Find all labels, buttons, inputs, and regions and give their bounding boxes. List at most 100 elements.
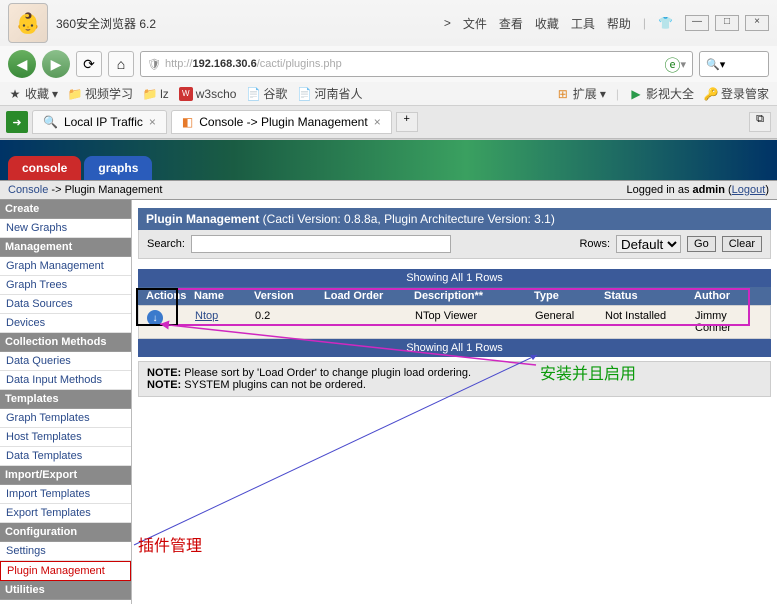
close-icon[interactable]: × (149, 115, 156, 129)
nav-data-sources[interactable]: Data Sources (0, 295, 131, 314)
engine-drop[interactable]: ▾ (680, 58, 686, 71)
bm-w3[interactable]: Ww3scho (179, 87, 237, 101)
search-input[interactable] (191, 235, 451, 253)
ext-icon: ⊞ (556, 87, 570, 101)
url-path: /cacti/plugins.php (257, 58, 342, 70)
nav-settings[interactable]: Settings (0, 542, 131, 561)
close-icon[interactable]: × (374, 115, 381, 129)
win-min[interactable]: — (685, 15, 709, 31)
rows-select[interactable]: Default (616, 235, 681, 253)
magnify-icon: 🔍 (43, 115, 58, 129)
tab-console-plugin[interactable]: ◧ Console -> Plugin Management × (171, 110, 392, 134)
home-button[interactable]: ⌂ (108, 51, 134, 77)
menu-fav[interactable]: 收藏 (535, 15, 559, 32)
new-tab-button[interactable]: + (396, 112, 418, 132)
back-button[interactable]: ◀ (8, 50, 36, 78)
cell-author: Jimmy Conner (691, 310, 766, 334)
logout-link[interactable]: Logout (732, 184, 766, 196)
menu-sep: > (444, 16, 451, 30)
note-label: NOTE: (147, 379, 181, 391)
win-max[interactable]: □ (715, 15, 739, 31)
breadcrumb-sep: -> (48, 184, 64, 196)
nav-graph-mgmt[interactable]: Graph Management (0, 257, 131, 276)
menu-help[interactable]: 帮助 (607, 15, 631, 32)
nav-new-graphs[interactable]: New Graphs (0, 219, 131, 238)
nav-export-tpl[interactable]: Export Templates (0, 504, 131, 523)
bm-lz[interactable]: 📁lz (143, 87, 169, 101)
panel-title-rest: (Cacti Version: 0.8.8a, Plugin Architect… (259, 212, 555, 226)
bm-google[interactable]: 📄谷歌 (246, 85, 287, 102)
reload-button[interactable]: ⟳ (76, 51, 102, 77)
ext-button[interactable]: ⊞扩展 ▾ (556, 85, 606, 102)
nav-data-tpl[interactable]: Data Templates (0, 447, 131, 466)
nav-import-tpl[interactable]: Import Templates (0, 485, 131, 504)
table-header: Actions Name Version Load Order Descript… (138, 287, 771, 305)
clear-button[interactable]: Clear (722, 236, 762, 252)
forward-button[interactable]: ▶ (42, 50, 70, 78)
nav-head-util: Utilities (0, 581, 131, 600)
install-icon[interactable]: ↓ (147, 310, 163, 326)
breadcrumb-page: Plugin Management (65, 184, 163, 196)
th-version[interactable]: Version (250, 290, 320, 302)
rows-bar-bottom: Showing All 1 Rows (138, 339, 771, 357)
tab-pre-arrow[interactable]: ➜ (6, 111, 28, 133)
nav-data-input[interactable]: Data Input Methods (0, 371, 131, 390)
tab-console[interactable]: console (8, 156, 81, 180)
th-actions[interactable]: Actions (142, 290, 190, 302)
left-nav: Create New Graphs Management Graph Manag… (0, 200, 132, 604)
rows-label: Rows: (579, 238, 610, 250)
breadcrumb-console[interactable]: Console (8, 184, 48, 196)
menu-file[interactable]: 文件 (463, 15, 487, 32)
win-close[interactable]: × (745, 15, 769, 31)
menu-view[interactable]: 查看 (499, 15, 523, 32)
th-type[interactable]: Type (530, 290, 600, 302)
browser-menu: > 文件 查看 收藏 工具 帮助 | 👕 — □ × (444, 15, 769, 32)
search-label: Search: (147, 238, 185, 250)
search-box[interactable]: 🔍▾ (699, 51, 769, 77)
tab-graphs[interactable]: graphs (84, 156, 152, 180)
nav-graph-tpl[interactable]: Graph Templates (0, 409, 131, 428)
go-button[interactable]: Go (687, 236, 716, 252)
url-bar[interactable]: 🛡 http:// 192.168.30.6 /cacti/plugins.ph… (140, 51, 693, 77)
nav-graph-trees[interactable]: Graph Trees (0, 276, 131, 295)
url-host: 192.168.30.6 (193, 58, 257, 70)
tab-localip[interactable]: 🔍 Local IP Traffic × (32, 110, 167, 134)
th-author[interactable]: Author (690, 290, 767, 302)
plugin-name-link[interactable]: Ntop (195, 310, 218, 322)
nav-plugin-mgmt[interactable]: Plugin Management (0, 561, 131, 581)
bookmarks-star[interactable]: ★收藏 ▾ (8, 85, 58, 102)
nav-head-create: Create (0, 200, 131, 219)
window-title: 360安全浏览器 6.2 (56, 15, 156, 32)
login-label: 登录管家 (721, 85, 769, 102)
folder-icon: 📁 (68, 87, 82, 101)
nav-data-queries[interactable]: Data Queries (0, 352, 131, 371)
page-icon: 📄 (246, 87, 260, 101)
th-load[interactable]: Load Order (320, 290, 410, 302)
movie-label: 影视大全 (646, 85, 694, 102)
bookmarks-label: 收藏 (25, 85, 49, 102)
search-icon: 🔍▾ (706, 58, 725, 71)
user-avatar[interactable]: 👶 (8, 3, 48, 43)
nav-devices[interactable]: Devices (0, 314, 131, 333)
engine-icon[interactable]: ⓔ (664, 52, 680, 76)
nav-head-tpl: Templates (0, 390, 131, 409)
movie-button[interactable]: ▶影视大全 (629, 85, 694, 102)
th-name[interactable]: Name (190, 290, 250, 302)
bm-item-label: lz (160, 87, 169, 101)
login-mgr-button[interactable]: 🔑登录管家 (704, 85, 769, 102)
bm-item-label: 谷歌 (263, 85, 287, 102)
menu-tool[interactable]: 工具 (571, 15, 595, 32)
tab-label: Console -> Plugin Management (199, 115, 367, 129)
bm-item-label: w3scho (196, 87, 237, 101)
menu-skin-icon[interactable]: 👕 (658, 16, 673, 30)
th-desc[interactable]: Description** (410, 290, 530, 302)
note-text: Please sort by 'Load Order' to change pl… (181, 367, 471, 379)
table-row: ↓ Ntop 0.2 NTop Viewer General Not Insta… (138, 305, 771, 339)
nav-host-tpl[interactable]: Host Templates (0, 428, 131, 447)
tab-overflow[interactable]: ⧉ (749, 112, 771, 132)
bm-henan[interactable]: 📄河南省人 (297, 85, 362, 102)
annotation-text: 插件管理 (138, 532, 202, 556)
th-status[interactable]: Status (600, 290, 690, 302)
bm-video[interactable]: 📁视频学习 (68, 85, 133, 102)
page-icon: 📄 (297, 87, 311, 101)
